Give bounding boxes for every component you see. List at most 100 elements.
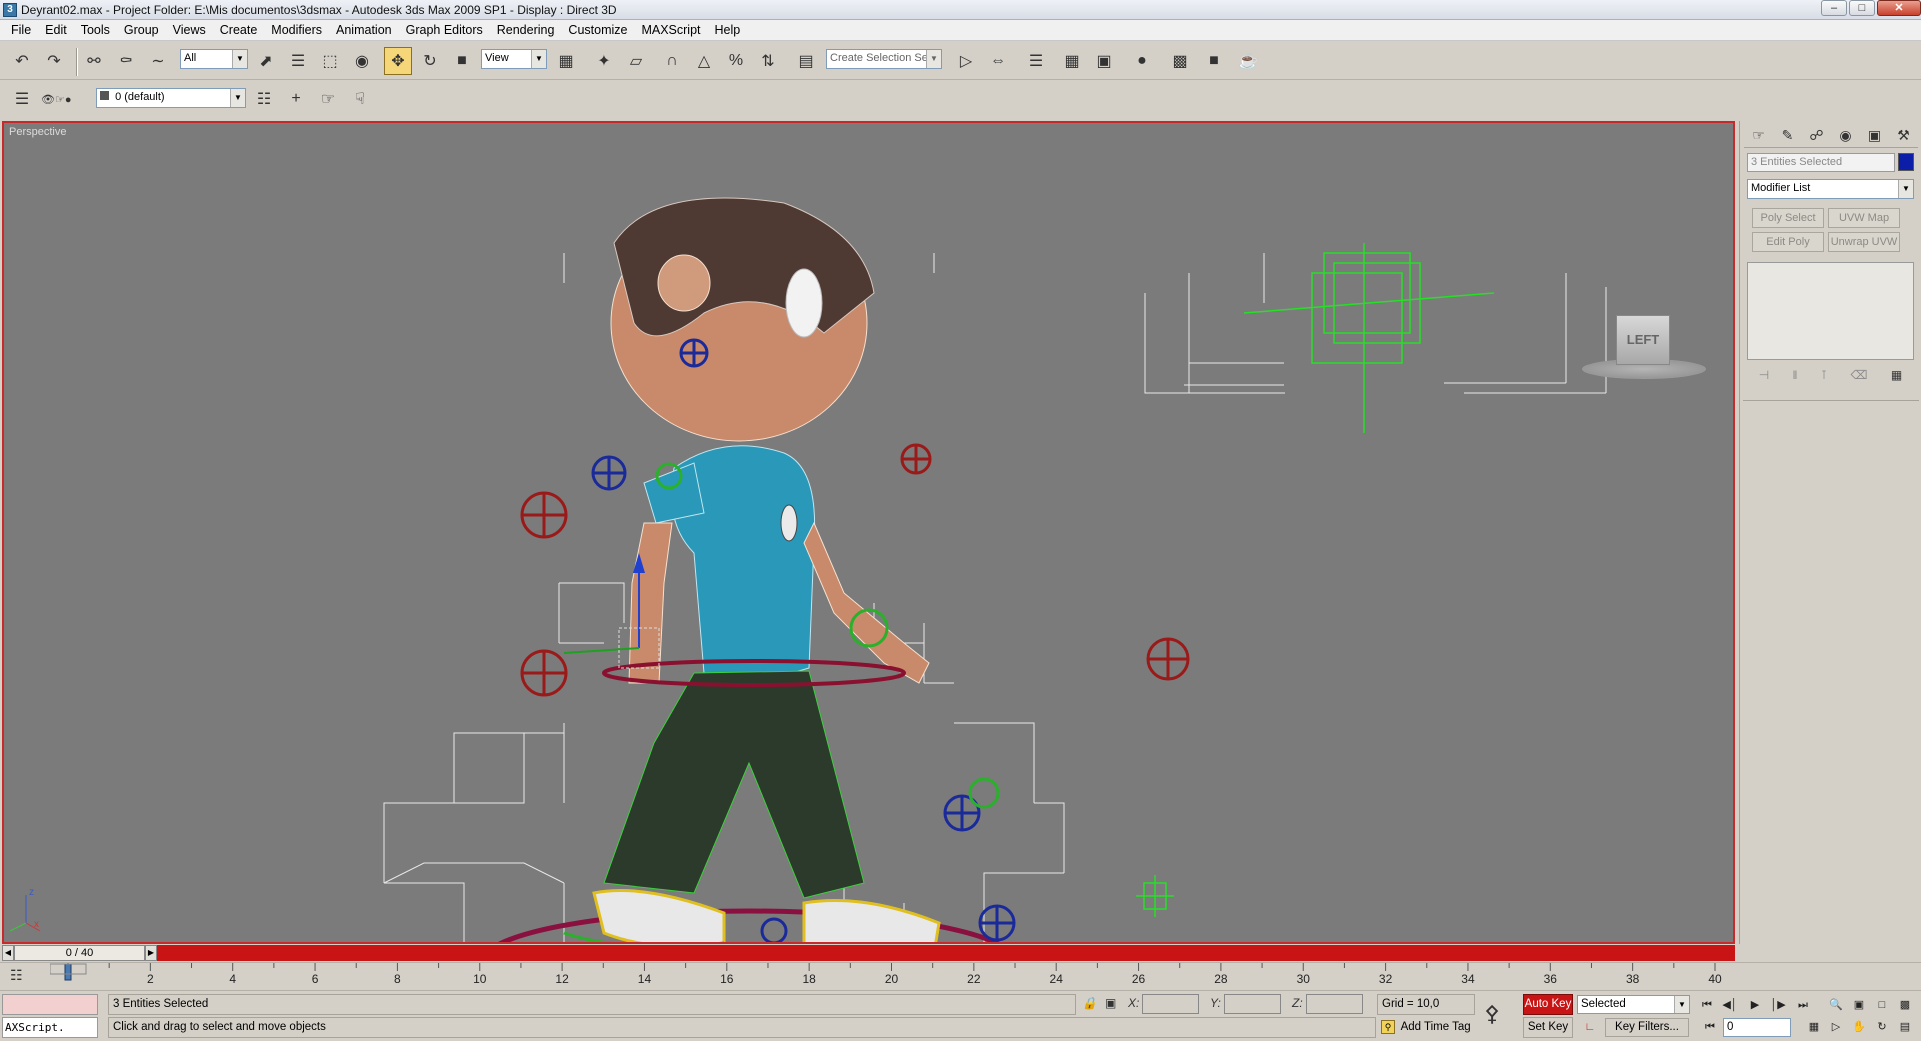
lock-selection-icon[interactable]: 🔒 <box>1082 996 1097 1010</box>
select-and-move-icon[interactable]: ✥ <box>384 47 412 75</box>
current-frame-field[interactable]: 0 <box>1723 1018 1791 1037</box>
unlink-selection-icon[interactable]: ⚰ <box>112 47 140 75</box>
menu-tools[interactable]: Tools <box>74 23 117 37</box>
previous-frame-icon[interactable]: ◀│ <box>1720 996 1740 1014</box>
display-tab-icon[interactable]: ▣ <box>1863 124 1887 146</box>
object-color-swatch[interactable] <box>1898 153 1914 171</box>
pivot-center-icon[interactable]: ▦ <box>552 47 580 75</box>
spinner-snap-icon[interactable]: ⇅ <box>754 47 782 75</box>
time-slider-next-icon[interactable]: ▶ <box>145 945 157 961</box>
schematic-view-icon[interactable]: ▣ <box>1090 47 1118 75</box>
current-layer-dropdown[interactable]: 0 (default) ▼ <box>96 88 246 108</box>
y-coordinate-field[interactable] <box>1224 994 1281 1014</box>
view-cube[interactable]: LEFT <box>1616 315 1670 365</box>
select-object-icon[interactable]: ⬈ <box>252 47 280 75</box>
bind-to-space-warp-icon[interactable]: ∼ <box>144 47 172 75</box>
goto-end-icon[interactable]: ⏭ <box>1793 996 1813 1014</box>
show-end-result-icon[interactable]: ‖ <box>1793 364 1798 386</box>
modifier-stack[interactable] <box>1747 262 1914 360</box>
render-production-icon[interactable]: ☕ <box>1234 47 1262 75</box>
time-slider-thumb[interactable]: 0 / 40 <box>14 945 145 961</box>
zoom-all-icon[interactable]: ▣ <box>1849 996 1869 1014</box>
create-new-layer-icon[interactable]: ☷ <box>250 85 278 113</box>
select-and-rotate-icon[interactable]: ↻ <box>416 47 444 75</box>
window-crossing-icon[interactable]: ◉ <box>348 47 376 75</box>
zoom-extents-all-icon[interactable]: ▩ <box>1895 996 1915 1014</box>
menu-edit[interactable]: Edit <box>38 23 74 37</box>
select-and-link-icon[interactable]: ⚯ <box>80 47 108 75</box>
z-coordinate-field[interactable] <box>1306 994 1363 1014</box>
maxscript-listener-output[interactable] <box>2 994 98 1015</box>
rendered-frame-window-icon[interactable]: ■ <box>1200 47 1228 75</box>
add-time-tag[interactable]: ⚲ Add Time Tag <box>1377 1017 1475 1038</box>
close-button[interactable]: ✕ <box>1877 0 1921 16</box>
create-tab-icon[interactable]: ☞ <box>1747 124 1771 146</box>
next-frame-icon[interactable]: │▶ <box>1768 996 1788 1014</box>
remove-modifier-icon[interactable]: ⌫ <box>1851 364 1868 386</box>
menu-views[interactable]: Views <box>166 23 213 37</box>
menu-animation[interactable]: Animation <box>329 23 399 37</box>
pin-stack-icon[interactable]: ⊣ <box>1759 364 1769 386</box>
select-and-scale-icon[interactable]: ■ <box>448 47 476 75</box>
menu-maxscript[interactable]: MAXScript <box>634 23 707 37</box>
maximize-viewport-icon[interactable]: ▤ <box>1895 1018 1915 1036</box>
percent-snap-icon[interactable]: % <box>722 47 750 75</box>
maxscript-listener-input[interactable]: AXScript. <box>2 1017 98 1038</box>
motion-tab-icon[interactable]: ◉ <box>1834 124 1858 146</box>
time-slider-track[interactable] <box>157 945 1735 961</box>
add-to-layer-icon[interactable]: + <box>282 85 310 113</box>
set-key-button[interactable]: Set Key <box>1523 1017 1573 1038</box>
edit-named-selection-icon[interactable]: ▤ <box>792 47 820 75</box>
perspective-viewport[interactable]: Perspective z x LEFT <box>2 121 1735 944</box>
curve-editor-icon[interactable]: ▦ <box>1058 47 1086 75</box>
menu-graph-editors[interactable]: Graph Editors <box>399 23 490 37</box>
minimize-button[interactable]: – <box>1821 0 1847 16</box>
set-keys-icon[interactable]: ⚴ <box>1484 1001 1500 1027</box>
goto-start-icon[interactable]: ⏮ <box>1697 996 1717 1014</box>
menu-create[interactable]: Create <box>213 23 265 37</box>
layer-visibility-icon[interactable]: 👁☞● <box>40 87 104 111</box>
material-editor-icon[interactable]: ● <box>1128 47 1156 75</box>
select-and-manipulate-icon[interactable]: ✦ <box>590 47 618 75</box>
select-objects-in-layer-icon[interactable]: ☞ <box>314 85 342 113</box>
rectangular-selection-icon[interactable]: ⬚ <box>316 47 344 75</box>
modify-tab-icon[interactable]: ✎ <box>1776 124 1800 146</box>
pan-view-icon[interactable]: ✋ <box>1849 1018 1869 1036</box>
utilities-tab-icon[interactable]: ⚒ <box>1892 124 1916 146</box>
modifier-list-dropdown[interactable]: Modifier List ▼ <box>1747 179 1914 199</box>
layer-manager-icon[interactable]: ☰ <box>8 85 36 113</box>
configure-modifier-sets-icon[interactable]: ▦ <box>1891 364 1902 386</box>
snaps-toggle-icon[interactable]: ∩ <box>658 47 686 75</box>
make-unique-icon[interactable]: ⊺ <box>1821 364 1827 386</box>
keyboard-shortcut-override-icon[interactable]: ▱ <box>622 47 650 75</box>
field-of-view-icon[interactable]: ▷ <box>1826 1018 1846 1036</box>
named-selection-dropdown[interactable]: Create Selection Set ▼ <box>826 49 942 69</box>
hierarchy-tab-icon[interactable]: ☍ <box>1805 124 1829 146</box>
render-setup-icon[interactable]: ▩ <box>1166 47 1194 75</box>
layer-manager-icon[interactable]: ☰ <box>1022 47 1050 75</box>
menu-help[interactable]: Help <box>708 23 748 37</box>
time-configuration-icon[interactable]: ▦ <box>1804 1018 1824 1036</box>
mini-curve-editor-icon[interactable]: ☷ <box>10 967 32 987</box>
angle-snap-icon[interactable]: △ <box>690 47 718 75</box>
menu-group[interactable]: Group <box>117 23 166 37</box>
menu-customize[interactable]: Customize <box>561 23 634 37</box>
zoom-extents-icon[interactable]: □ <box>1872 996 1892 1014</box>
menu-modifiers[interactable]: Modifiers <box>264 23 329 37</box>
orbit-icon[interactable]: ↻ <box>1872 1018 1892 1036</box>
uvw-map-button[interactable]: UVW Map <box>1828 208 1900 228</box>
x-coordinate-field[interactable] <box>1142 994 1199 1014</box>
key-mode-dropdown[interactable]: Selected ▼ <box>1577 995 1690 1014</box>
time-slider-prev-icon[interactable]: ◀ <box>2 945 14 961</box>
menu-file[interactable]: File <box>4 23 38 37</box>
unwrap-uvw-button[interactable]: Unwrap UVW <box>1828 232 1900 252</box>
maximize-button[interactable]: □ <box>1849 0 1875 16</box>
set-current-layer-icon[interactable]: ☟ <box>346 85 374 113</box>
menu-rendering[interactable]: Rendering <box>490 23 562 37</box>
redo-icon[interactable]: ↷ <box>40 47 68 75</box>
zoom-icon[interactable]: 🔍 <box>1826 996 1846 1014</box>
reference-coordinate-dropdown[interactable]: View ▼ <box>481 49 547 69</box>
edit-poly-button[interactable]: Edit Poly <box>1752 232 1824 252</box>
selection-filter-dropdown[interactable]: All ▼ <box>180 49 248 69</box>
key-filters-button[interactable]: Key Filters... <box>1605 1018 1689 1037</box>
